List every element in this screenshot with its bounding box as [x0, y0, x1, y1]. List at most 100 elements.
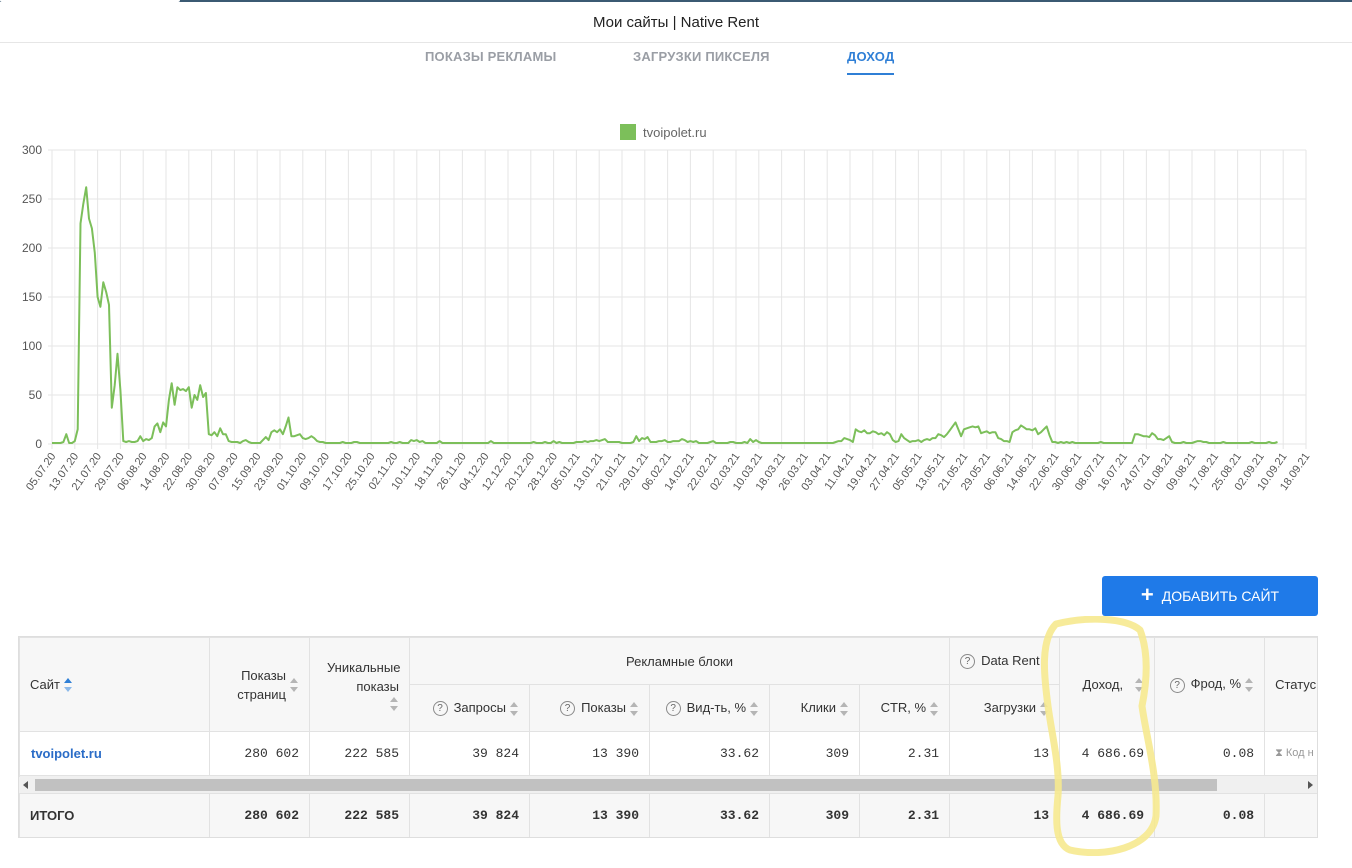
col-viewability-label: Вид-ть, %	[686, 699, 746, 715]
status-text: Код н	[1285, 747, 1314, 759]
sites-table-container: Сайт Показы страниц Уникальные показы Ре…	[18, 636, 1318, 838]
income-line-chart: 0 50 100 150 200 250 300 05.07.2013.07.2021.07…	[22, 124, 1312, 493]
col-income[interactable]: Доход,	[1059, 637, 1156, 732]
sort-icon	[510, 701, 519, 716]
col-loads-label: Загрузки	[983, 700, 1037, 716]
chart-grid	[48, 149, 1307, 449]
col-status-label: Статус	[1275, 677, 1317, 692]
cell-total-clicks: 309	[769, 793, 860, 837]
sort-icon	[290, 677, 299, 692]
col-fraud-label: Фрод, %	[1190, 676, 1242, 692]
cell-total-impressions: 13 390	[529, 793, 650, 837]
col-site-label: Сайт	[30, 676, 60, 692]
cell-total-unique-views: 222 585	[309, 793, 410, 837]
scroll-left-icon[interactable]	[23, 781, 28, 789]
y-tick-label: 0	[35, 437, 42, 451]
col-page-views[interactable]: Показы страниц	[209, 637, 310, 732]
scroll-right-icon[interactable]	[1308, 781, 1313, 789]
cell-loads: 13	[949, 731, 1061, 776]
page-title: Мои сайты | Native Rent	[0, 2, 1352, 43]
sort-icon	[1040, 701, 1049, 716]
series-line-tvoipolet.ru	[52, 186, 1278, 444]
cell-requests: 39 824	[409, 731, 530, 776]
col-group-data-rent: ? Data Rent	[949, 637, 1061, 685]
col-income-label: Доход,	[1082, 676, 1124, 692]
col-clicks-label: Клики	[800, 700, 836, 716]
cell-total-status	[1264, 793, 1317, 837]
col-status[interactable]: Статус	[1264, 637, 1317, 732]
cell-impressions: 13 390	[529, 731, 650, 776]
cell-total-loads: 13	[949, 793, 1061, 837]
y-tick-label: 100	[22, 339, 42, 353]
col-ctr[interactable]: CTR, %	[858, 684, 951, 732]
col-unique-views[interactable]: Уникальные показы	[309, 637, 410, 732]
tab-pixel-loads[interactable]: ЗАГРУЗКИ ПИКСЕЛЯ	[633, 49, 770, 73]
site-link[interactable]: tvoipolet.ru	[21, 746, 102, 761]
cell-fraud: 0.08	[1154, 731, 1266, 776]
cell-status: ⧗ Код н	[1264, 731, 1317, 776]
add-site-button[interactable]: + ДОБАВИТЬ САЙТ	[1102, 576, 1318, 616]
sites-table: Сайт Показы страниц Уникальные показы Ре…	[19, 637, 1317, 837]
chart-legend[interactable]: tvoipolet.ru	[620, 124, 707, 140]
sort-icon	[630, 701, 639, 716]
col-ctr-label: CTR, %	[880, 700, 927, 716]
help-icon[interactable]: ?	[1169, 677, 1185, 693]
col-impressions[interactable]: ? Показы	[529, 684, 650, 732]
horizontal-scrollbar[interactable]	[19, 777, 1317, 793]
sort-icon	[1135, 678, 1144, 693]
y-tick-label: 200	[22, 241, 42, 255]
page-title-text: Мои сайты | Native Rent	[592, 13, 760, 31]
scrollbar-thumb[interactable]	[35, 779, 1217, 791]
cell-page-views: 280 602	[209, 731, 310, 776]
cell-total-fraud: 0.08	[1154, 793, 1266, 837]
col-group-ad-blocks: Рекламные блоки	[408, 637, 951, 685]
sort-icon	[750, 701, 759, 716]
col-clicks[interactable]: Клики	[769, 684, 860, 732]
y-tick-label: 250	[22, 192, 42, 206]
col-site[interactable]: Сайт	[19, 637, 210, 732]
col-group-ad-blocks-label: Рекламные блоки	[626, 653, 734, 669]
help-icon[interactable]: ?	[560, 701, 576, 717]
y-tick-label: 150	[22, 290, 42, 304]
cell-site: tvoipolet.ru	[19, 731, 210, 776]
legend-label: tvoipolet.ru	[643, 125, 707, 140]
sort-icon	[1245, 678, 1254, 693]
sort-icon	[390, 697, 399, 712]
cell-total-income: 4 686.69	[1059, 793, 1156, 837]
col-fraud[interactable]: ? Фрод, %	[1154, 637, 1266, 732]
table-row: tvoipolet.ru 280 602 222 585 39 824 13 3…	[19, 731, 1317, 776]
sort-icon	[840, 701, 849, 716]
y-axis: 0 50 100 150 200 250 300	[22, 143, 42, 451]
col-page-views-label: Показы страниц	[237, 667, 286, 702]
sort-icon	[930, 701, 939, 716]
cell-total-ctr: 2.31	[858, 793, 951, 837]
x-axis: 05.07.2013.07.2021.07.2029.07.2006.08.20…	[24, 451, 1312, 493]
add-site-label: ДОБАВИТЬ САЙТ	[1161, 588, 1280, 604]
report-tabs: ПОКАЗЫ РЕКЛАМЫ ЗАГРУЗКИ ПИКСЕЛЯ ДОХОД	[0, 43, 1352, 79]
cell-ctr: 2.31	[858, 731, 951, 776]
help-icon[interactable]: ?	[432, 701, 448, 717]
cell-total-label: ИТОГО	[19, 793, 210, 837]
col-impressions-label: Показы	[581, 699, 626, 715]
col-loads[interactable]: Загрузки	[949, 684, 1061, 732]
col-unique-views-label: Уникальные показы	[327, 659, 401, 694]
tab-income[interactable]: ДОХОД	[847, 49, 895, 75]
col-viewability[interactable]: ? Вид-ть, %	[649, 684, 770, 732]
plus-icon: +	[1140, 582, 1154, 607]
chart-series	[52, 186, 1278, 444]
legend-swatch-icon	[620, 124, 636, 140]
help-icon[interactable]: ?	[960, 654, 976, 670]
y-tick-label: 50	[29, 388, 43, 402]
cell-total-viewability: 33.62	[649, 793, 770, 837]
table-total-row: ИТОГО 280 602 222 585 39 824 13 390 33.6…	[19, 793, 1317, 837]
y-tick-label: 300	[22, 143, 42, 157]
help-icon[interactable]: ?	[665, 701, 681, 717]
cell-viewability: 33.62	[649, 731, 770, 776]
hourglass-icon: ⧗	[1275, 747, 1286, 759]
col-requests-label: Запросы	[453, 699, 506, 715]
col-requests[interactable]: ? Запросы	[409, 684, 530, 732]
tab-ad-impressions[interactable]: ПОКАЗЫ РЕКЛАМЫ	[425, 49, 556, 73]
sort-icon	[63, 678, 73, 693]
col-group-data-rent-label: Data Rent	[981, 652, 1040, 668]
cell-clicks: 309	[769, 731, 860, 776]
